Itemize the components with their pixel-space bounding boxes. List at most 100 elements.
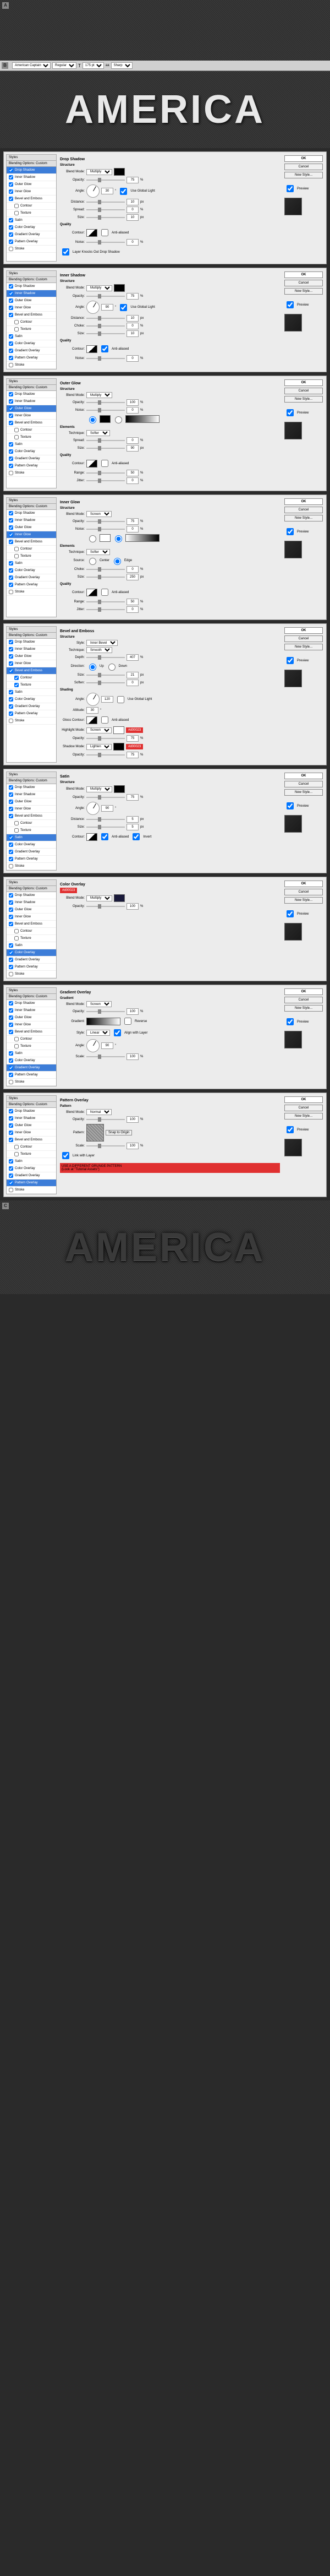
satin-color[interactable] [114, 785, 125, 793]
spread-value[interactable]: 0 [127, 206, 139, 213]
sidebar-check-3[interactable] [9, 807, 13, 811]
sidebar-item-3[interactable]: Inner Glow [7, 914, 56, 921]
alt-val[interactable]: 30 [86, 707, 98, 714]
sidebar-check-11[interactable] [9, 590, 13, 594]
blend-mode[interactable]: Multiply [86, 169, 112, 175]
sidebar-item-0[interactable]: Drop Shadow [7, 391, 56, 398]
spread-value[interactable]: 0 [127, 437, 139, 444]
sidebar-check-3[interactable] [9, 189, 13, 194]
gloss[interactable] [86, 716, 97, 724]
noise-value[interactable]: 0 [127, 407, 139, 414]
cancel-button[interactable]: Cancel [284, 889, 323, 895]
distance-value[interactable]: 10 [127, 315, 139, 322]
depth-value[interactable]: 407 [127, 654, 139, 661]
cancel-button[interactable]: Cancel [284, 280, 323, 286]
sidebar-check-3[interactable] [9, 414, 13, 418]
cancel-button[interactable]: Cancel [284, 781, 323, 787]
sidebar-item-7[interactable]: Satin [7, 1050, 56, 1057]
size-value[interactable]: 5 [127, 824, 139, 830]
sidebar-check-5[interactable] [14, 1037, 19, 1041]
aa[interactable] [101, 345, 108, 352]
sidebar-item-10[interactable]: Pattern Overlay [7, 581, 56, 589]
sidebar-check-4[interactable] [9, 922, 13, 926]
sidebar-item-5[interactable]: Contour [7, 1036, 56, 1043]
noise-value[interactable]: 0 [127, 239, 139, 246]
sidebar-item-0[interactable]: Drop Shadow [7, 1000, 56, 1007]
sidebar-check-0[interactable] [9, 1109, 13, 1113]
opacity-value[interactable]: 75 [127, 794, 139, 801]
font-weight-select[interactable]: Regular [52, 62, 76, 69]
new-style-button[interactable]: New Style... [284, 396, 323, 403]
sidebar-check-6[interactable] [14, 683, 19, 687]
bevel-style[interactable]: Inner Bevel [86, 640, 118, 646]
aa[interactable] [101, 716, 108, 724]
angle-val[interactable]: 120 [101, 696, 113, 703]
sidebar-check-5[interactable] [14, 929, 19, 933]
grad-radio[interactable] [115, 535, 122, 542]
technique[interactable]: Softer [86, 549, 110, 555]
sidebar-check-11[interactable] [9, 247, 13, 251]
sidebar-item-2[interactable]: Outer Glow [7, 1122, 56, 1129]
sidebar-item-8[interactable]: Color Overlay [7, 1057, 56, 1064]
sidebar-item-5[interactable]: Contour [7, 319, 56, 326]
sidebar-item-11[interactable]: Stroke [7, 863, 56, 870]
sidebar-check-0[interactable] [9, 893, 13, 898]
sidebar-check-8[interactable] [9, 341, 13, 346]
opacity-slider[interactable] [86, 1119, 125, 1120]
sh-color[interactable] [113, 743, 124, 751]
angle[interactable] [86, 184, 100, 198]
sidebar-check-6[interactable] [14, 936, 19, 941]
preview-check[interactable] [287, 528, 294, 535]
sidebar-check-6[interactable] [14, 1044, 19, 1048]
reverse[interactable] [124, 1018, 131, 1025]
font-family-select[interactable]: American Captain [12, 62, 51, 69]
snap-button[interactable]: Snap to Origin [106, 1130, 132, 1135]
sidebar-check-4[interactable] [9, 814, 13, 818]
jitter-value[interactable]: 0 [127, 477, 139, 484]
size-value[interactable]: 250 [127, 574, 139, 580]
opacity-value[interactable]: 75 [127, 293, 139, 300]
sidebar-item-5[interactable]: Contour [7, 820, 56, 827]
new-style-button[interactable]: New Style... [284, 897, 323, 904]
sidebar-check-8[interactable] [9, 697, 13, 702]
sidebar-item-7[interactable]: Satin [7, 1158, 56, 1165]
sidebar-item-3[interactable]: Inner Glow [7, 305, 56, 312]
size-slider[interactable] [86, 675, 125, 676]
scale-value[interactable]: 100 [127, 1053, 139, 1060]
sidebar-item-8[interactable]: Color Overlay [7, 567, 56, 574]
sidebar-item-0[interactable]: Drop Shadow [7, 1108, 56, 1115]
sidebar-check-3[interactable] [9, 1131, 13, 1135]
sidebar-item-9[interactable]: Gradient Overlay [7, 231, 56, 238]
sidebar-check-7[interactable] [9, 835, 13, 840]
sidebar-item-2[interactable]: Outer Glow [7, 906, 56, 914]
angle[interactable] [86, 1039, 100, 1052]
sidebar-item-7[interactable]: Satin [7, 689, 56, 696]
preview-check[interactable] [287, 1018, 294, 1025]
sidebar-check-2[interactable] [9, 182, 13, 187]
jitter-value[interactable]: 0 [127, 606, 139, 613]
new-style-button[interactable]: New Style... [284, 172, 323, 178]
preview-check[interactable] [287, 802, 294, 809]
opacity-value[interactable]: 100 [127, 1116, 139, 1123]
cancel-button[interactable]: Cancel [284, 1105, 323, 1111]
sidebar-check-6[interactable] [14, 211, 19, 215]
sidebar-check-2[interactable] [9, 654, 13, 659]
sidebar-check-4[interactable] [9, 197, 13, 201]
size-slider[interactable] [86, 217, 125, 218]
sidebar-item-3[interactable]: Inner Glow [7, 412, 56, 420]
sidebar-check-8[interactable] [9, 843, 13, 847]
sidebar-item-10[interactable]: Pattern Overlay [7, 1180, 56, 1187]
ok-button[interactable]: OK [284, 155, 323, 162]
blend-mode[interactable]: Multiply [86, 786, 112, 792]
blend-mode[interactable]: Multiply [86, 895, 112, 901]
sidebar-item-7[interactable]: Satin [7, 333, 56, 340]
sidebar-item-7[interactable]: Satin [7, 834, 56, 841]
size-value[interactable]: 21 [127, 672, 139, 678]
ok-button[interactable]: OK [284, 271, 323, 278]
sidebar-item-1[interactable]: Inner Shadow [7, 646, 56, 653]
cancel-button[interactable]: Cancel [284, 997, 323, 1003]
sidebar-check-8[interactable] [9, 950, 13, 955]
sidebar-item-6[interactable]: Texture [7, 935, 56, 942]
sidebar-item-4[interactable]: Bevel and Emboss [7, 312, 56, 319]
choke-value[interactable]: 0 [127, 566, 139, 573]
